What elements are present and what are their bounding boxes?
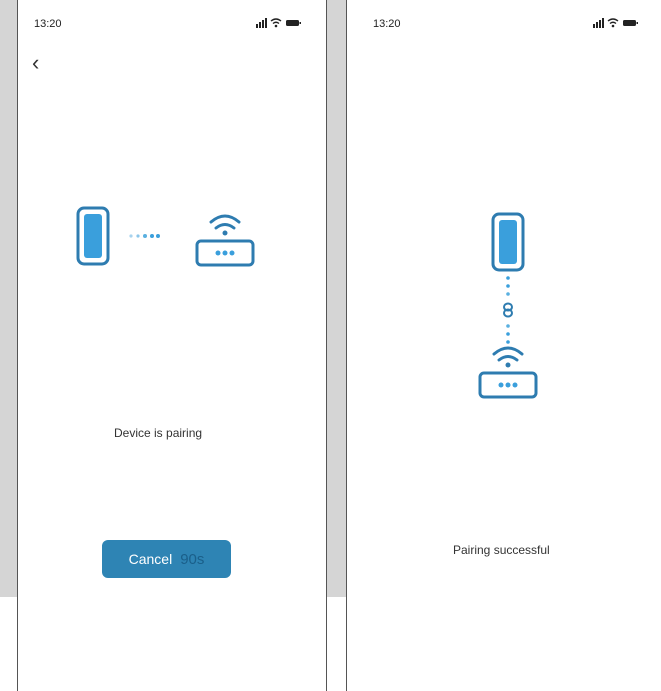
phone-icon bbox=[491, 212, 525, 272]
cancel-button[interactable]: Cancel 90s bbox=[102, 540, 231, 578]
pairing-success-text: Pairing successful bbox=[453, 543, 550, 557]
pairing-screen: 13:20 ‹ Device is pairing Cancel 90s bbox=[17, 0, 327, 691]
countdown-timer: 90s bbox=[180, 550, 205, 568]
status-bar-icons bbox=[256, 18, 301, 28]
router-icon bbox=[195, 214, 255, 267]
pairing-status-text: Device is pairing bbox=[114, 426, 203, 440]
status-time: 13:20 bbox=[373, 18, 401, 30]
pairing-success-screen: 13:20 Pairing successful bbox=[346, 0, 661, 691]
status-time: 13:20 bbox=[34, 18, 62, 30]
phone-icon bbox=[76, 206, 110, 266]
connecting-dots-icon bbox=[129, 234, 160, 238]
router-icon bbox=[478, 346, 538, 399]
status-bar-icons bbox=[593, 18, 638, 28]
back-chevron-icon[interactable]: ‹ bbox=[32, 52, 39, 74]
cancel-label: Cancel bbox=[128, 551, 173, 567]
